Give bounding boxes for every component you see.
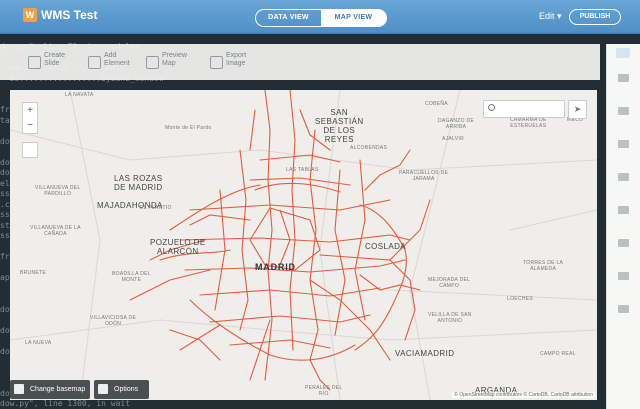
app-logo-icon: W — [23, 8, 37, 22]
options-icon — [98, 384, 108, 394]
town-label: LAS TABLAS — [286, 167, 319, 173]
change-basemap-button[interactable]: Change basemap — [10, 380, 90, 399]
area-label: Monte de El Pardo — [165, 125, 212, 131]
export-image-label: Export Image — [226, 52, 247, 67]
add-element-label: Add Element — [104, 52, 130, 67]
data-view-tab[interactable]: DATA VIEW — [256, 10, 321, 26]
town-label: TORRES DE LA ALAMEDA — [523, 260, 564, 272]
options-label: Options — [114, 386, 139, 393]
zoom-control: + − — [22, 102, 38, 134]
town-label: ALCOBENDAS — [350, 145, 388, 151]
city-label: LAS ROZAS DE MADRID — [114, 174, 163, 192]
town-label: DAGANZO DE ARRIBA — [438, 118, 475, 130]
zoom-in-button[interactable]: + — [23, 103, 37, 118]
edit-menu[interactable]: Edit ▾ — [539, 11, 562, 22]
zoom-out-button[interactable]: − — [23, 118, 37, 133]
town-label: PERALES DEL RÍO — [305, 385, 343, 397]
map-search-input[interactable] — [483, 100, 565, 118]
legend-icon[interactable] — [618, 140, 629, 148]
slide-icon — [28, 56, 41, 69]
city-label: COSLADA — [365, 242, 407, 251]
count-icon[interactable] — [618, 107, 629, 115]
preview-icon — [146, 56, 159, 69]
image-icon — [210, 56, 223, 69]
layers-icon[interactable] — [618, 74, 629, 82]
toolbar: Create Slide Add Element Preview Map Exp… — [0, 44, 600, 80]
locate-button[interactable]: ➤ — [568, 100, 587, 119]
town-label: CAMPO REAL — [540, 351, 576, 357]
city-label: POZUELO DE ALARCÓN — [150, 238, 206, 256]
change-basemap-label: Change basemap — [30, 386, 86, 393]
view-toggle[interactable]: DATA VIEW MAP VIEW — [255, 9, 387, 27]
town-label: LA NUEVA — [25, 340, 52, 346]
edit-label: Edit — [539, 11, 555, 21]
town-label: PARACUELLOS DE JARAMA — [399, 170, 449, 182]
town-label: AJALVIR — [442, 136, 465, 142]
publish-button[interactable]: PUBLISH — [569, 9, 621, 25]
right-sidebar — [606, 44, 640, 409]
town-label: VILLANUEVA DEL PARDILLO — [35, 185, 81, 197]
road-network — [10, 90, 597, 400]
add-element-icon — [88, 56, 101, 69]
preview-map-label: Preview Map — [162, 52, 187, 67]
comment-icon[interactable] — [618, 206, 629, 214]
city-label: VACIAMADRID — [395, 349, 455, 358]
city-label: SAN SEBASTIÁN DE LOS REYES — [315, 108, 364, 144]
fullscreen-button[interactable] — [22, 142, 38, 158]
basemap-icon — [14, 384, 24, 394]
map-attribution: © OpenStreetMap contributors © CartoDB, … — [452, 392, 595, 398]
options-button[interactable]: Options — [94, 380, 149, 399]
town-label: VILLANUEVA DE LA CAÑADA — [30, 225, 81, 237]
chart-icon[interactable] — [618, 305, 629, 313]
town-label: BRUNETE — [20, 270, 46, 276]
terminal-line: dow.py", line 1300, in wait — [0, 399, 131, 408]
create-slide-label: Create Slide — [44, 52, 66, 67]
town-label: COBEÑA — [425, 101, 448, 107]
chevron-down-icon: ▾ — [557, 11, 562, 21]
town-label: CAMARMA DE ESTERUELAS — [510, 117, 547, 129]
town-label: MEJORADA DEL CAMPO — [428, 277, 471, 289]
map-canvas[interactable]: SAN SEBASTIÁN DE LOS REYES LAS ROZAS DE … — [10, 90, 597, 400]
town-label: LOECHES — [507, 296, 533, 302]
city-label-madrid: MADRID — [255, 262, 296, 272]
add-layer-button[interactable] — [616, 48, 630, 58]
town-label: LA NAVATA — [65, 92, 94, 98]
edit-icon[interactable] — [618, 173, 629, 181]
map-view-tab[interactable]: MAP VIEW — [321, 10, 386, 26]
town-label: BOADILLA DEL MONTE — [112, 271, 151, 283]
widgets-icon[interactable] — [618, 272, 629, 280]
search-icon — [488, 104, 495, 111]
page-title: WMS Test — [41, 8, 98, 22]
town-label: VILLAVICIOSA DE ODÓN — [90, 315, 137, 327]
app-header: W WMS Test DATA VIEW MAP VIEW Edit ▾ PUB… — [0, 0, 640, 34]
town-label: EL PLANTÍO — [140, 205, 172, 211]
sql-icon[interactable] — [618, 239, 629, 247]
town-label: VELILLA DE SAN ANTONIO — [428, 312, 472, 324]
